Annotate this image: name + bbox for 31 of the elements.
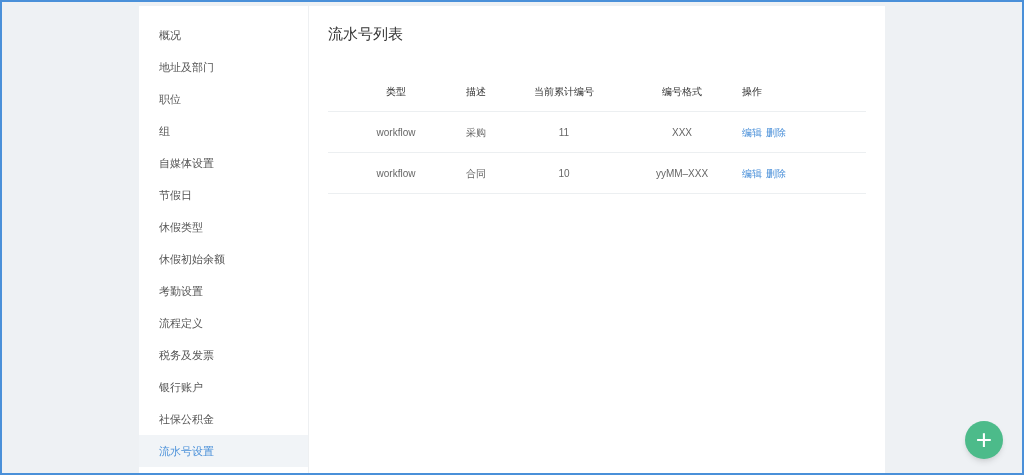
delete-link[interactable]: 删除 (766, 165, 786, 181)
table-cell: 11 (558, 126, 570, 138)
table-cell: 采购 (466, 126, 486, 138)
sidebar-item[interactable]: 社保公积金 (139, 403, 308, 435)
sidebar-item[interactable]: 概况 (139, 19, 308, 51)
sidebar-item[interactable]: 流程定义 (139, 307, 308, 339)
table-cell: yyMM–XXX (655, 167, 709, 179)
table-cell: workflow (376, 126, 416, 138)
sidebar-item[interactable]: 银行账户 (139, 371, 308, 403)
table-cell: 合同 (466, 167, 486, 179)
table-cell: workflow (376, 167, 416, 179)
column-header: 当前累计编号 (534, 86, 594, 97)
sidebar-item[interactable]: 职位 (139, 83, 308, 115)
column-header: 编号格式 (662, 86, 702, 97)
table-cell: 10 (558, 167, 570, 179)
table-cell: XXX (672, 126, 692, 138)
sidebar-item[interactable]: 税务及发票 (139, 339, 308, 371)
sidebar-item[interactable]: 自媒体设置 (139, 147, 308, 179)
column-header: 描述 (466, 86, 486, 97)
column-header: 操作 (742, 86, 762, 97)
column-header: 类型 (386, 86, 406, 97)
edit-link[interactable]: 编辑 (742, 124, 762, 140)
sidebar-item[interactable]: 休假类型 (139, 211, 308, 243)
sidebar-item[interactable]: 节假日 (139, 179, 308, 211)
delete-link[interactable]: 删除 (766, 124, 786, 140)
sidebar-item[interactable]: 地址及部门 (139, 51, 308, 83)
sidebar-item[interactable]: 考勤设置 (139, 275, 308, 307)
page-title: 流水号列表 (328, 24, 403, 44)
sidebar-item[interactable]: 休假初始余额 (139, 243, 308, 275)
edit-link[interactable]: 编辑 (742, 165, 762, 181)
sidebar-item[interactable]: 组 (139, 115, 308, 147)
